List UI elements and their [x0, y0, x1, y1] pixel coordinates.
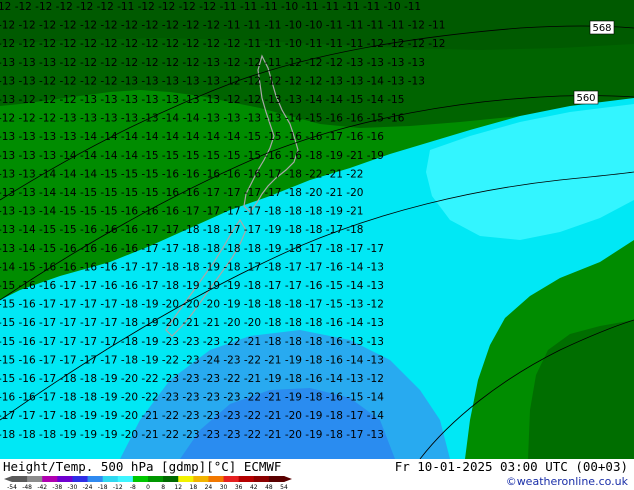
- height-label-560: 560: [573, 90, 599, 105]
- color-scale-tick-label: -18: [98, 484, 108, 490]
- color-scale-tick-label: 8: [161, 484, 165, 490]
- color-scale-segment: [193, 476, 209, 482]
- color-scale-segment: [268, 476, 285, 482]
- temperature-row: -13 -13 -13 -14 -14 -14 -14 -15 -15 -15 …: [0, 150, 384, 162]
- color-scale-tick-label: 30: [220, 484, 228, 490]
- temperature-row: -13 -13 -12 -12 -12 -12 -13 -13 -13 -13 …: [0, 75, 425, 87]
- product-title: Height/Temp. 500 hPa [gdmp][°C] ECMWF: [3, 459, 282, 474]
- color-scale-segment: [57, 476, 73, 482]
- color-scale-segment: [132, 476, 149, 482]
- temperature-row: 12 -12 -12 -12 -12 -12 -11 -12 -12 -12 -…: [0, 1, 421, 13]
- color-scale-tick-label: -30: [68, 484, 78, 490]
- temperature-row: -13 -13 -14 -15 -15 -15 -16 -16 -16 -17 …: [0, 206, 363, 218]
- temperature-row: -18 -18 -18 -19 -19 -19 -20 -21 -22 -23 …: [0, 429, 384, 441]
- color-scale-bar: -54 -48 -42 -38 -30 -24 -18 -12 -8 0 8 12 18 24 30 36 42…: [4, 476, 292, 490]
- color-scale-segment: [163, 476, 179, 482]
- temperature-row: -15 -16 -17 -17 -17 -17 -18 -19 -20 -21 …: [0, 317, 384, 329]
- color-scale-tick-label: -24: [83, 484, 93, 490]
- temperature-row: -13 -14 -15 -16 -16 -16 -16 -17 -17 -18 …: [0, 243, 384, 255]
- temperature-row: -13 -12 -12 -12 -13 -13 -13 -13 -13 -13 …: [0, 94, 404, 106]
- temperature-row: -13 -13 -14 -14 -15 -15 -15 -15 -16 -16 …: [0, 187, 363, 199]
- map-canvas: 568 560 12 -12 -12 -12 -12 -12 -11 -12 -…: [0, 0, 634, 459]
- color-scale-segment: [27, 476, 43, 482]
- color-scale-segment: [72, 476, 89, 482]
- temperature-row: -13 -14 -15 -15 -16 -16 -16 -17 -17 -18 …: [0, 224, 363, 236]
- color-scale-tick-label: 12: [174, 484, 182, 490]
- weather-map: 568 560 12 -12 -12 -12 -12 -12 -11 -12 -…: [0, 0, 634, 459]
- color-scale-tick-label: 24: [205, 484, 213, 490]
- color-scale-segment: [12, 476, 28, 482]
- color-scale: -54 -48 -42 -38 -30 -24 -18 -12 -8 0 8 12 18 24 30 36 42…: [4, 476, 294, 490]
- temperature-row: -15 -16 -17 -17 -17 -17 -18 -19 -22 -23 …: [0, 354, 384, 366]
- color-scale-tip-right: [284, 476, 292, 482]
- temperature-row: -16 -16 -17 -18 -18 -19 -20 -22 -23 -23 …: [0, 392, 384, 404]
- color-scale-tick-label: 54: [280, 484, 288, 490]
- temperature-row: -12 -12 -12 -12 -12 -12 -12 -12 -12 -12 …: [0, 20, 445, 32]
- height-label-568: 568: [589, 20, 615, 35]
- color-scale-tick-label: -54: [7, 484, 17, 490]
- color-scale-segment: [102, 476, 119, 482]
- temperature-row: -15 -16 -17 -17 -17 -17 -18 -19 -23 -23 …: [0, 336, 384, 348]
- temperature-row: -15 -16 -17 -18 -18 -19 -20 -22 -23 -23 …: [0, 373, 384, 385]
- temperature-row: -15 -16 -16 -17 -17 -16 -16 -17 -18 -19 …: [0, 280, 384, 292]
- color-scale-segment: [238, 476, 255, 482]
- temperature-row: -12 -12 -12 -12 -12 -12 -12 -12 -12 -12 …: [0, 38, 445, 50]
- footer: Height/Temp. 500 hPa [gdmp][°C] ECMWF Fr…: [0, 459, 634, 490]
- color-scale-tip-left: [4, 476, 12, 482]
- temperature-row: -14 -15 -16 -16 -16 -16 -17 -17 -18 -18 …: [0, 261, 384, 273]
- color-scale-tick-label: 18: [190, 484, 198, 490]
- temperature-row: -12 -12 -12 -13 -13 -13 -13 -13 -14 -14 …: [0, 113, 405, 125]
- color-scale-tick-label: 42: [250, 484, 258, 490]
- color-scale-segment: [253, 476, 270, 482]
- color-scale-tick-label: 48: [265, 484, 273, 490]
- color-scale-segment: [223, 476, 240, 482]
- color-scale-tick-label: 36: [235, 484, 243, 490]
- color-scale-segment: [208, 476, 225, 482]
- svg-text:560: 560: [576, 93, 595, 104]
- temperature-row: -15 -16 -17 -17 -17 -17 -18 -19 -20 -20 …: [0, 299, 384, 311]
- color-scale-tick-label: -42: [37, 484, 47, 490]
- color-scale-tick-label: 0: [146, 484, 150, 490]
- color-scale-segment: [148, 476, 164, 482]
- temperature-row: -13 -13 -14 -14 -14 -15 -15 -15 -16 -16 …: [0, 168, 363, 180]
- color-scale-segment: [178, 476, 194, 482]
- color-scale-tick-label: -12: [113, 484, 123, 490]
- temperature-row: -17 -17 -17 -18 -19 -19 -20 -21 -22 -23 …: [0, 410, 384, 422]
- temperature-row: -13 -13 -13 -12 -12 -12 -12 -12 -12 -12 …: [0, 57, 425, 69]
- color-scale-tick-label: -38: [52, 484, 62, 490]
- color-scale-tick-label: -48: [22, 484, 32, 490]
- temperature-row: -13 -13 -13 -13 -14 -14 -14 -14 -14 -14 …: [0, 131, 384, 143]
- color-scale-segment: [87, 476, 104, 482]
- color-scale-segment: [117, 476, 134, 482]
- color-scale-segment: [42, 476, 58, 482]
- svg-text:568: 568: [592, 23, 611, 34]
- color-scale-tick-label: -8: [130, 484, 136, 490]
- credit-link[interactable]: ©weatheronline.co.uk: [506, 475, 628, 488]
- valid-time: Fr 10-01-2025 03:00 UTC (00+03): [394, 459, 628, 474]
